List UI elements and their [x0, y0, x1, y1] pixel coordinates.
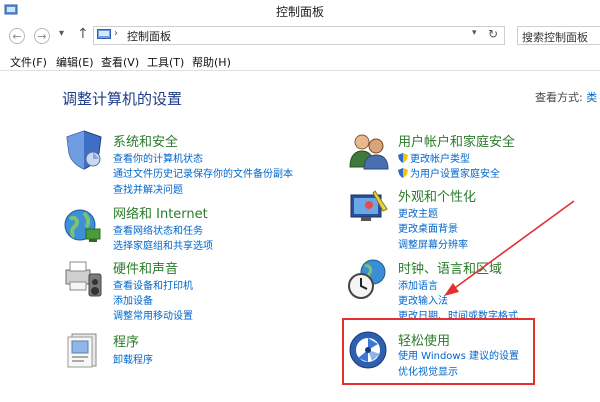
menu-tools[interactable]: 工具(T)	[147, 54, 184, 70]
page-title: 调整计算机的设置	[62, 90, 183, 108]
system-security-icon[interactable]	[63, 129, 105, 171]
link-change-desktop-background[interactable]: 更改桌面背景	[398, 220, 458, 235]
category-hardware-sound[interactable]: 硬件和声音	[113, 258, 178, 277]
view-by: 查看方式: 类	[535, 89, 597, 105]
menu-view[interactable]: 查看(V)	[101, 54, 139, 70]
forward-button[interactable]: →	[34, 28, 50, 44]
category-clock-language-region[interactable]: 时钟、语言和区域	[398, 258, 502, 277]
menu-file[interactable]: 文件(F)	[10, 54, 47, 70]
category-programs[interactable]: 程序	[113, 331, 139, 350]
view-by-label: 查看方式:	[535, 91, 583, 104]
hardware-sound-icon[interactable]	[62, 258, 104, 300]
link-troubleshoot[interactable]: 查找并解决问题	[113, 181, 183, 196]
link-devices-printers[interactable]: 查看设备和打印机	[113, 277, 193, 292]
control-panel-small-icon	[97, 29, 111, 39]
link-change-account-type-label: 更改帐户类型	[410, 154, 470, 165]
link-homegroup-sharing[interactable]: 选择家庭组和共享选项	[113, 237, 213, 252]
network-internet-icon[interactable]	[62, 205, 104, 245]
clock-region-icon[interactable]	[347, 258, 391, 300]
menu-bar: 文件(F) 编辑(E) 查看(V) 工具(T) 帮助(H)	[0, 50, 600, 71]
link-change-theme[interactable]: 更改主题	[398, 205, 438, 220]
view-by-dropdown[interactable]: 类	[586, 91, 597, 104]
category-user-accounts[interactable]: 用户帐户和家庭安全	[398, 131, 515, 150]
menu-help[interactable]: 帮助(H)	[192, 54, 231, 70]
search-input[interactable]: 搜索控制面板	[517, 26, 600, 45]
link-screen-resolution[interactable]: 调整屏幕分辨率	[398, 236, 468, 251]
link-file-history[interactable]: 通过文件历史记录保存你的文件备份副本	[113, 165, 293, 180]
highlight-box	[342, 318, 535, 385]
link-add-language[interactable]: 添加语言	[398, 277, 438, 292]
link-add-device[interactable]: 添加设备	[113, 292, 153, 307]
category-system-security[interactable]: 系统和安全	[113, 131, 178, 150]
address-bar[interactable]: › 控制面板 ▾ ↻	[93, 26, 505, 45]
up-arrow-icon[interactable]: ↑	[77, 26, 89, 42]
category-network-internet[interactable]: 网络和 Internet	[113, 203, 208, 222]
link-family-safety-label: 为用户设置家庭安全	[410, 169, 500, 180]
address-dropdown-icon[interactable]: ▾	[472, 28, 477, 38]
link-network-status[interactable]: 查看网络状态和任务	[113, 222, 203, 237]
refresh-icon[interactable]: ↻	[488, 27, 498, 41]
uac-shield-icon	[398, 153, 408, 163]
uac-shield-icon	[398, 168, 408, 178]
appearance-icon[interactable]	[349, 187, 391, 227]
link-mobility-settings[interactable]: 调整常用移动设置	[113, 307, 193, 322]
link-view-computer-status[interactable]: 查看你的计算机状态	[113, 150, 203, 165]
title-bar: 控制面板	[0, 0, 600, 22]
back-button[interactable]: ←	[9, 28, 25, 44]
link-change-input-method[interactable]: 更改输入法	[398, 292, 448, 307]
programs-icon[interactable]	[64, 331, 104, 369]
breadcrumb[interactable]: 控制面板	[127, 28, 171, 44]
breadcrumb-separator-icon: ›	[114, 28, 118, 39]
search-placeholder: 搜索控制面板	[522, 31, 588, 44]
navigation-bar: ← → ▾ ↑ › 控制面板 ▾ ↻ 搜索控制面板	[0, 23, 600, 49]
link-family-safety[interactable]: 为用户设置家庭安全	[398, 165, 500, 180]
link-change-account-type[interactable]: 更改帐户类型	[398, 150, 470, 165]
category-appearance-personalization[interactable]: 外观和个性化	[398, 186, 476, 205]
window-title: 控制面板	[275, 5, 324, 19]
link-uninstall-program[interactable]: 卸载程序	[113, 351, 153, 366]
recent-locations-chevron-icon[interactable]: ▾	[59, 28, 64, 39]
user-accounts-icon[interactable]	[348, 131, 390, 171]
menu-edit[interactable]: 编辑(E)	[56, 54, 94, 70]
